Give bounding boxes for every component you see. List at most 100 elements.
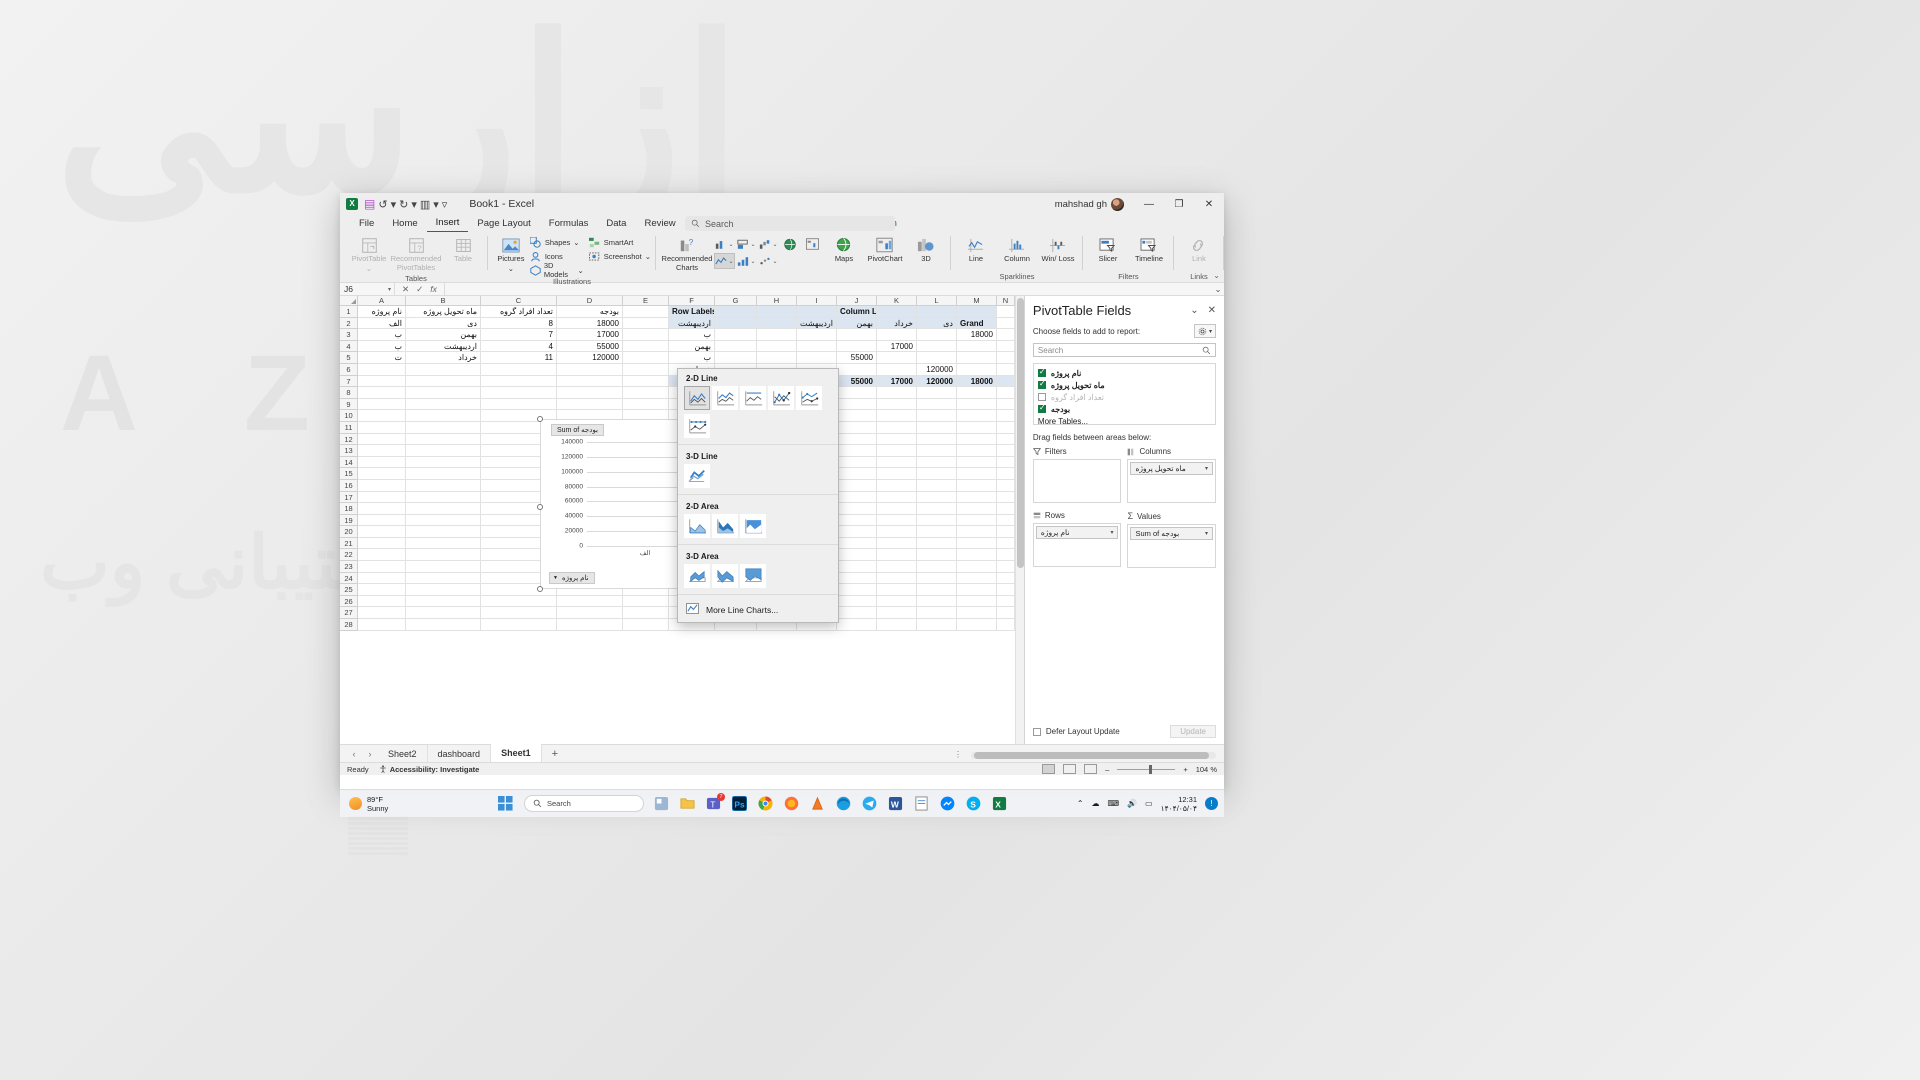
field-chip-rows[interactable]: نام پروژه ▾: [1035, 526, 1119, 539]
cell-M16[interactable]: [957, 479, 997, 492]
cell-K1[interactable]: [877, 306, 917, 318]
cell-A2[interactable]: الف: [358, 317, 406, 330]
waterfall-chart-button[interactable]: ⌄: [758, 236, 779, 252]
cell-C28[interactable]: [481, 619, 557, 631]
cell-L24[interactable]: [917, 572, 957, 585]
row-header-28[interactable]: 28: [340, 619, 358, 631]
cell-F3[interactable]: ب: [669, 329, 715, 341]
cell-L23[interactable]: [917, 561, 957, 573]
more-line-charts-item[interactable]: More Line Charts...: [678, 597, 838, 622]
zoom-level[interactable]: 104 %: [1196, 765, 1217, 774]
cell-M18[interactable]: [957, 503, 997, 515]
cell-H4[interactable]: [757, 340, 797, 353]
cell-B27[interactable]: [406, 607, 481, 620]
cell-A3[interactable]: ب: [358, 329, 406, 341]
cell-A7[interactable]: [358, 375, 406, 388]
cell-N9[interactable]: [997, 398, 1015, 411]
row-header-6[interactable]: 6: [340, 363, 358, 376]
cell-L22[interactable]: [917, 549, 957, 562]
volume-icon[interactable]: 🔊: [1127, 799, 1137, 808]
cell-M9[interactable]: [957, 398, 997, 411]
cell-E1[interactable]: [623, 306, 669, 318]
tab-insert[interactable]: Insert: [426, 214, 469, 233]
cell-K2[interactable]: خرداد: [877, 317, 917, 330]
cell-L14[interactable]: [917, 456, 957, 469]
3d-map-button[interactable]: 3D: [906, 234, 946, 264]
cell-N16[interactable]: [997, 479, 1015, 492]
cell-E3[interactable]: [623, 329, 669, 341]
table-row[interactable]: ب بهمن 7 17000 ب 18000: [358, 329, 1015, 341]
cell-B4[interactable]: اردیبهشت: [406, 340, 481, 353]
cell-A20[interactable]: [358, 526, 406, 538]
cell-D6[interactable]: [557, 363, 623, 376]
row-header-15[interactable]: 15: [340, 468, 358, 480]
tab-data[interactable]: Data: [597, 215, 635, 232]
row-header-4[interactable]: 4: [340, 340, 358, 353]
messenger-icon[interactable]: [940, 796, 956, 812]
table-row[interactable]: الف دی 8 18000 اردیبهشت اردیبهشت بهمن خر…: [358, 317, 1015, 330]
cell-B13[interactable]: [406, 445, 481, 457]
cell-J13[interactable]: [837, 445, 877, 457]
row-header-13[interactable]: 13: [340, 445, 358, 457]
taskbar-clock[interactable]: 12:31 ۱۴۰۴/۰۵/۰۴: [1161, 795, 1197, 813]
excel-taskbar-icon[interactable]: X: [992, 796, 1008, 812]
cell-E28[interactable]: [623, 619, 669, 631]
pivotchart-button-top[interactable]: [802, 236, 823, 252]
onedrive-icon[interactable]: ☁: [1092, 799, 1100, 808]
tab-home[interactable]: Home: [383, 215, 426, 232]
cell-A18[interactable]: [358, 503, 406, 515]
chart-option-area[interactable]: [684, 514, 710, 538]
cell-L19[interactable]: [917, 514, 957, 527]
telegram-icon[interactable]: [862, 796, 878, 812]
list-item[interactable]: ماه تحویل پروژه: [1037, 379, 1211, 391]
area-filters-box[interactable]: [1032, 459, 1122, 503]
hierarchy-chart-button[interactable]: ⌄: [736, 236, 757, 252]
pictures-button[interactable]: Pictures ⌄: [493, 234, 529, 273]
cell-B16[interactable]: [406, 479, 481, 492]
cell-J8[interactable]: [837, 387, 877, 399]
cell-L7[interactable]: 120000: [917, 375, 957, 388]
pivottable-button[interactable]: PivotTable ⌄: [349, 234, 389, 273]
cell-N25[interactable]: [997, 584, 1015, 596]
cell-B22[interactable]: [406, 549, 481, 562]
field-checkbox-0[interactable]: [1037, 367, 1046, 377]
cell-K4[interactable]: 17000: [877, 340, 917, 353]
col-header-I[interactable]: I: [797, 296, 837, 305]
cell-N20[interactable]: [997, 526, 1015, 538]
cell-M24[interactable]: [957, 572, 997, 585]
cell-M20[interactable]: [957, 526, 997, 538]
cell-C8[interactable]: [481, 387, 557, 399]
3d-models-button[interactable]: 3D Models ⌄: [530, 261, 584, 279]
tray-expand-icon[interactable]: ⌃: [1077, 799, 1084, 808]
row-header-17[interactable]: 17: [340, 491, 358, 504]
cell-B5[interactable]: خرداد: [406, 352, 481, 364]
cell-N6[interactable]: [997, 363, 1015, 376]
file-explorer-icon[interactable]: [680, 796, 696, 812]
cell-A16[interactable]: [358, 479, 406, 492]
firefox-icon[interactable]: [784, 796, 800, 812]
cell-N28[interactable]: [997, 619, 1015, 631]
pane-field-list[interactable]: نام پروژه ماه تحویل پروژه تعداد افراد گر…: [1032, 363, 1216, 426]
cell-D28[interactable]: [557, 619, 623, 631]
row-header-2[interactable]: 2: [340, 317, 358, 330]
cell-B2[interactable]: دی: [406, 317, 481, 330]
cell-K21[interactable]: [877, 537, 917, 550]
cell-N14[interactable]: [997, 456, 1015, 469]
enter-icon[interactable]: ✓: [416, 284, 423, 295]
zoom-slider-thumb[interactable]: [1149, 764, 1153, 774]
cell-M26[interactable]: [957, 595, 997, 608]
table-row[interactable]: ب اردیبهشت 4 55000 بهمن 17000: [358, 340, 1015, 353]
cell-A6[interactable]: [358, 363, 406, 376]
insert-function-icon[interactable]: fx: [430, 284, 437, 294]
field-chip-columns-caret-icon[interactable]: ▾: [1205, 465, 1208, 472]
close-button[interactable]: ✕: [1194, 193, 1224, 215]
restore-button[interactable]: ❐: [1164, 193, 1194, 215]
row-header-25[interactable]: 25: [340, 584, 358, 596]
cell-M1[interactable]: [957, 306, 997, 318]
cell-N1[interactable]: [997, 306, 1015, 318]
cell-B15[interactable]: [406, 468, 481, 480]
cell-A21[interactable]: [358, 537, 406, 550]
cell-A8[interactable]: [358, 387, 406, 399]
cell-J4[interactable]: [837, 340, 877, 353]
recommended-charts-button[interactable]: ? Recommended Charts: [661, 234, 713, 272]
